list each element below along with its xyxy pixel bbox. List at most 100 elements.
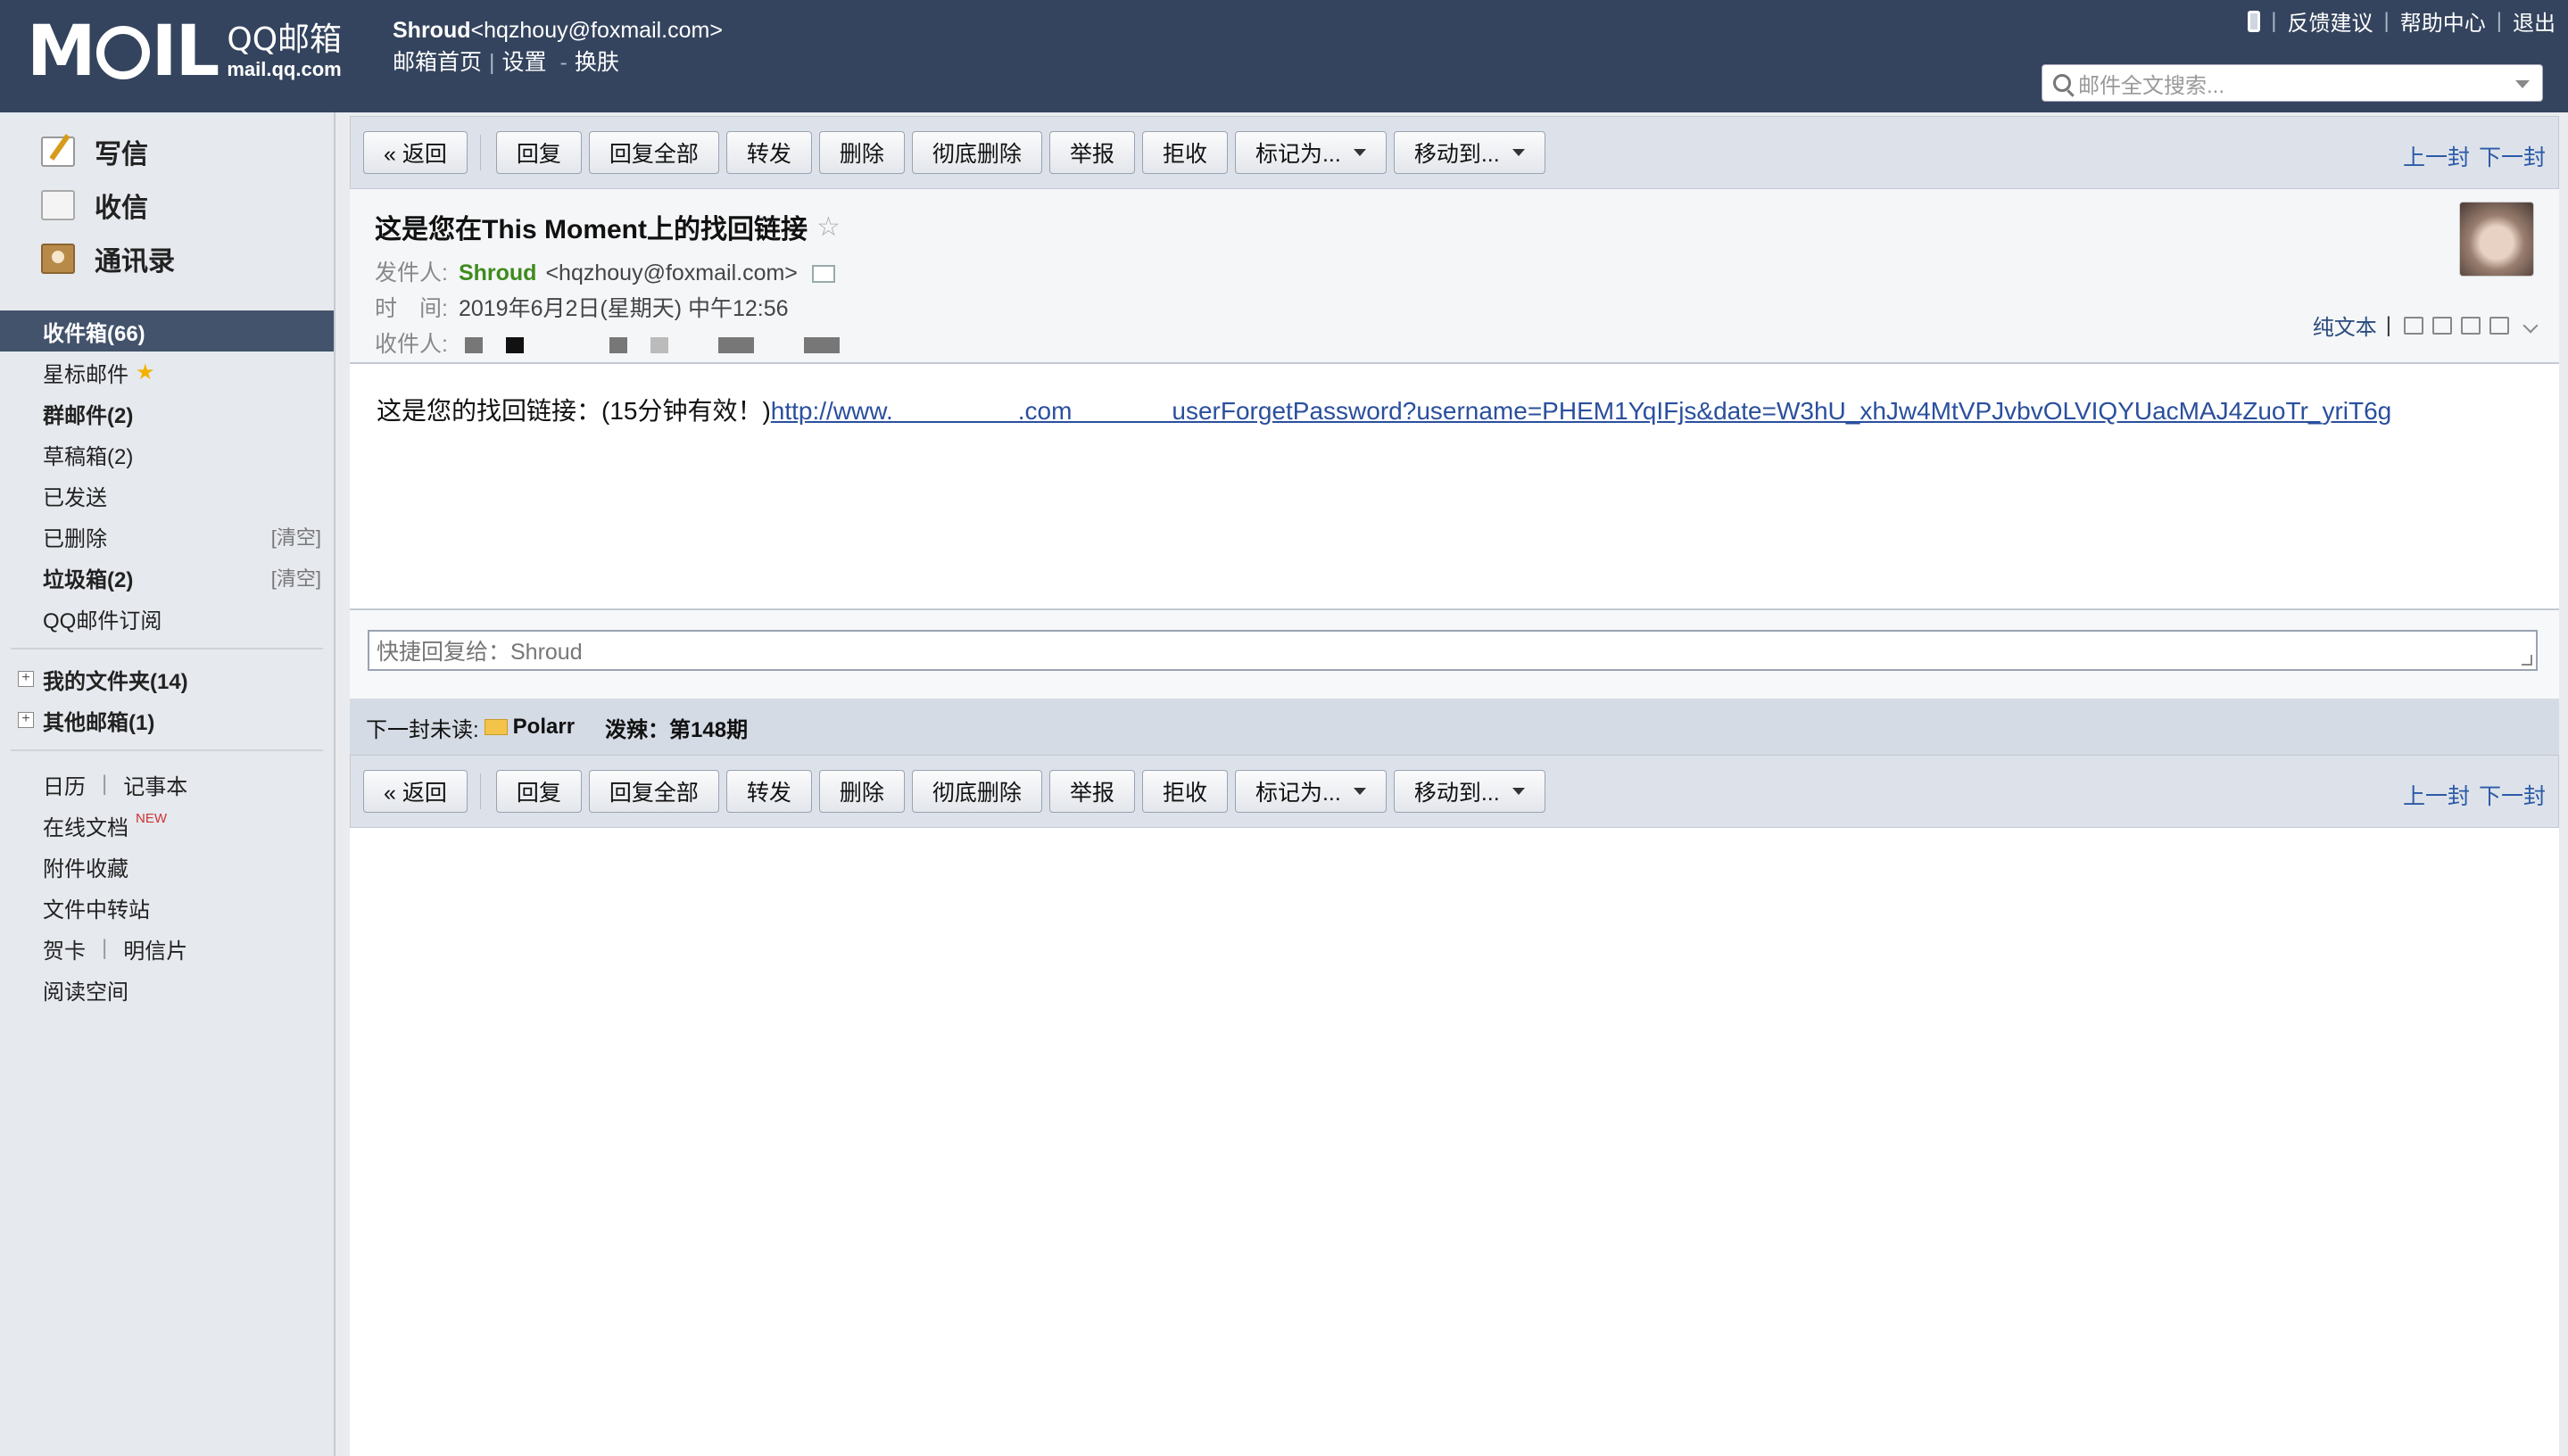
sender-email: <hqzhouy@foxmail.com> bbox=[545, 261, 798, 285]
receive-button[interactable]: 收信 bbox=[0, 178, 334, 232]
logout-link[interactable]: 退出 bbox=[2513, 5, 2556, 37]
compose-label: 写信 bbox=[95, 140, 148, 170]
attachments-link[interactable]: 附件收藏 bbox=[43, 851, 128, 882]
quick-reply-input[interactable]: 快捷回复给：Shroud bbox=[368, 630, 2538, 671]
prev-mail-link[interactable]: 上一封 bbox=[2403, 145, 2470, 170]
reply-all-button[interactable]: 回复全部 bbox=[588, 770, 719, 813]
next-unread-label: 下一封未读: bbox=[366, 717, 479, 742]
notes-link[interactable]: 记事本 bbox=[123, 769, 187, 800]
reply-button[interactable]: 回复 bbox=[495, 131, 582, 174]
reply-all-button[interactable]: 回复全部 bbox=[588, 131, 719, 174]
mark-as-dropdown[interactable]: 标记为... bbox=[1234, 770, 1387, 813]
contacts-label: 通讯录 bbox=[95, 247, 175, 277]
search-dropdown-icon[interactable] bbox=[2515, 80, 2530, 88]
reject-button[interactable]: 拒收 bbox=[1141, 131, 1228, 174]
back-button[interactable]: « 返回 bbox=[363, 131, 468, 174]
postcards-link[interactable]: 明信片 bbox=[123, 933, 187, 964]
mail-header: 这是您在This Moment上的找回链接 ☆ 发件人: Shroud <hqzho… bbox=[350, 189, 2559, 364]
resize-handle-icon[interactable] bbox=[2522, 655, 2532, 666]
move-to-dropdown[interactable]: 移动到... bbox=[1393, 770, 1545, 813]
file-transfer-link[interactable]: 文件中转站 bbox=[43, 892, 150, 923]
folder-drafts[interactable]: 草稿箱(2) bbox=[0, 434, 334, 475]
bottom-toolbar: « 返回 回复 回复全部 转发 删除 彻底删除 举报 拒收 标记为... 移动到… bbox=[350, 755, 2559, 828]
expand-icon[interactable]: + bbox=[18, 671, 34, 687]
search-placeholder: 邮件全文搜索... bbox=[2078, 73, 2225, 98]
mail-home-link[interactable]: 邮箱首页 bbox=[393, 50, 482, 75]
move-to-dropdown[interactable]: 移动到... bbox=[1393, 131, 1545, 174]
folder-inbox[interactable]: 收件箱(66) bbox=[0, 310, 334, 352]
contacts-button[interactable]: 通讯录 bbox=[0, 232, 334, 285]
folder-subscriptions[interactable]: QQ邮件订阅 bbox=[0, 598, 334, 639]
back-button[interactable]: « 返回 bbox=[363, 770, 468, 813]
next-mail-link[interactable]: 下一封 bbox=[2479, 145, 2546, 170]
user-email: <hqzhouy@foxmail.com> bbox=[470, 18, 723, 43]
mobile-icon[interactable] bbox=[2248, 10, 2261, 32]
reading-space-link[interactable]: 阅读空间 bbox=[43, 974, 128, 1005]
sidebar: 写信 收信 通讯录 收件箱(66) 星标邮件 ★ 群邮件(2) 草稿箱(2) 已发… bbox=[0, 112, 335, 1456]
reset-password-link[interactable]: http://www. .com userForgetPassword?user… bbox=[771, 397, 2391, 425]
mark-as-dropdown[interactable]: 标记为... bbox=[1234, 131, 1387, 174]
expand-icon[interactable]: + bbox=[18, 712, 34, 728]
delete-permanently-button[interactable]: 彻底删除 bbox=[911, 770, 1042, 813]
calendar-link[interactable]: 日历 bbox=[43, 769, 86, 800]
sender-avatar[interactable] bbox=[2459, 202, 2534, 277]
folder-group-mail[interactable]: 群邮件(2) bbox=[0, 393, 334, 434]
next-unread-title[interactable]: 泼辣：第148期 bbox=[605, 712, 748, 743]
tree-my-folders[interactable]: + 我的文件夹(14) bbox=[0, 658, 334, 699]
recipient-label: 收件人: bbox=[375, 332, 448, 357]
contact-card-icon[interactable] bbox=[811, 265, 835, 284]
folder-spam[interactable]: 垃圾箱(2) [清空] bbox=[0, 557, 334, 598]
clear-deleted-link[interactable]: [清空] bbox=[271, 522, 321, 550]
report-button[interactable]: 举报 bbox=[1048, 131, 1135, 174]
clear-spam-link[interactable]: [清空] bbox=[271, 563, 321, 592]
view-source-icon[interactable] bbox=[2432, 316, 2452, 335]
star-toggle-icon[interactable]: ☆ bbox=[816, 211, 841, 243]
more-options-icon[interactable] bbox=[2522, 318, 2539, 333]
forward-button[interactable]: 转发 bbox=[725, 131, 812, 174]
delete-button[interactable]: 删除 bbox=[818, 770, 905, 813]
chevron-down-icon bbox=[1512, 788, 1525, 795]
chevron-down-icon bbox=[1353, 149, 1366, 156]
folder-sent[interactable]: 已发送 bbox=[0, 475, 334, 516]
prev-mail-link[interactable]: 上一封 bbox=[2403, 784, 2470, 809]
compose-icon bbox=[41, 136, 75, 167]
top-links: | 反馈建议 | 帮助中心 | 退出 bbox=[2248, 5, 2556, 37]
folder-deleted[interactable]: 已删除 [清空] bbox=[0, 516, 334, 557]
reply-button[interactable]: 回复 bbox=[495, 770, 582, 813]
contacts-icon bbox=[41, 244, 75, 274]
delete-permanently-button[interactable]: 彻底删除 bbox=[911, 131, 1042, 174]
search-input[interactable]: 邮件全文搜索... bbox=[2042, 64, 2543, 102]
online-docs-link[interactable]: 在线文档 bbox=[43, 810, 128, 841]
divider bbox=[11, 648, 323, 649]
pager: 上一封 下一封 bbox=[2394, 140, 2546, 172]
chevron-down-icon bbox=[1353, 788, 1366, 795]
forward-button[interactable]: 转发 bbox=[725, 770, 812, 813]
download-icon[interactable] bbox=[2461, 316, 2481, 335]
tree-other-mailboxes[interactable]: + 其他邮箱(1) bbox=[0, 699, 334, 740]
compose-button[interactable]: 写信 bbox=[0, 125, 334, 178]
next-unread-bar: 下一封未读: Polarr 泼辣：第148期 bbox=[350, 699, 2559, 755]
logo-domain: mail.qq.com bbox=[227, 58, 342, 80]
quick-reply-placeholder: 快捷回复给：Shroud bbox=[377, 640, 583, 665]
next-mail-link[interactable]: 下一封 bbox=[2479, 784, 2546, 809]
report-button[interactable]: 举报 bbox=[1048, 770, 1135, 813]
settings-link[interactable]: 设置 bbox=[502, 50, 547, 75]
folder-starred[interactable]: 星标邮件 ★ bbox=[0, 352, 334, 393]
envelope-icon bbox=[484, 719, 508, 735]
print-icon[interactable] bbox=[2489, 316, 2509, 335]
qq-mail-logo[interactable]: M IL QQ邮箱 mail.qq.com bbox=[27, 16, 342, 87]
mail-time: 2019年6月2日(星期天) 中午12:56 bbox=[458, 296, 789, 321]
sender-name[interactable]: Shroud bbox=[459, 261, 537, 285]
feedback-link[interactable]: 反馈建议 bbox=[2288, 5, 2373, 37]
delete-button[interactable]: 删除 bbox=[818, 131, 905, 174]
plain-text-link[interactable]: 纯文本 bbox=[2313, 310, 2377, 341]
change-skin-link[interactable]: 换肤 bbox=[575, 50, 619, 75]
next-unread-sender[interactable]: Polarr bbox=[513, 715, 575, 740]
greeting-cards-link[interactable]: 贺卡 bbox=[43, 933, 86, 964]
mail-body: 这是您的找回链接：(15分钟有效！)http://www. .com userF… bbox=[350, 364, 2559, 610]
reject-button[interactable]: 拒收 bbox=[1141, 770, 1228, 813]
help-link[interactable]: 帮助中心 bbox=[2400, 5, 2486, 37]
new-window-icon[interactable] bbox=[2404, 316, 2423, 335]
view-options: 纯文本 | bbox=[2313, 310, 2539, 341]
time-label: 时 间: bbox=[375, 296, 448, 321]
